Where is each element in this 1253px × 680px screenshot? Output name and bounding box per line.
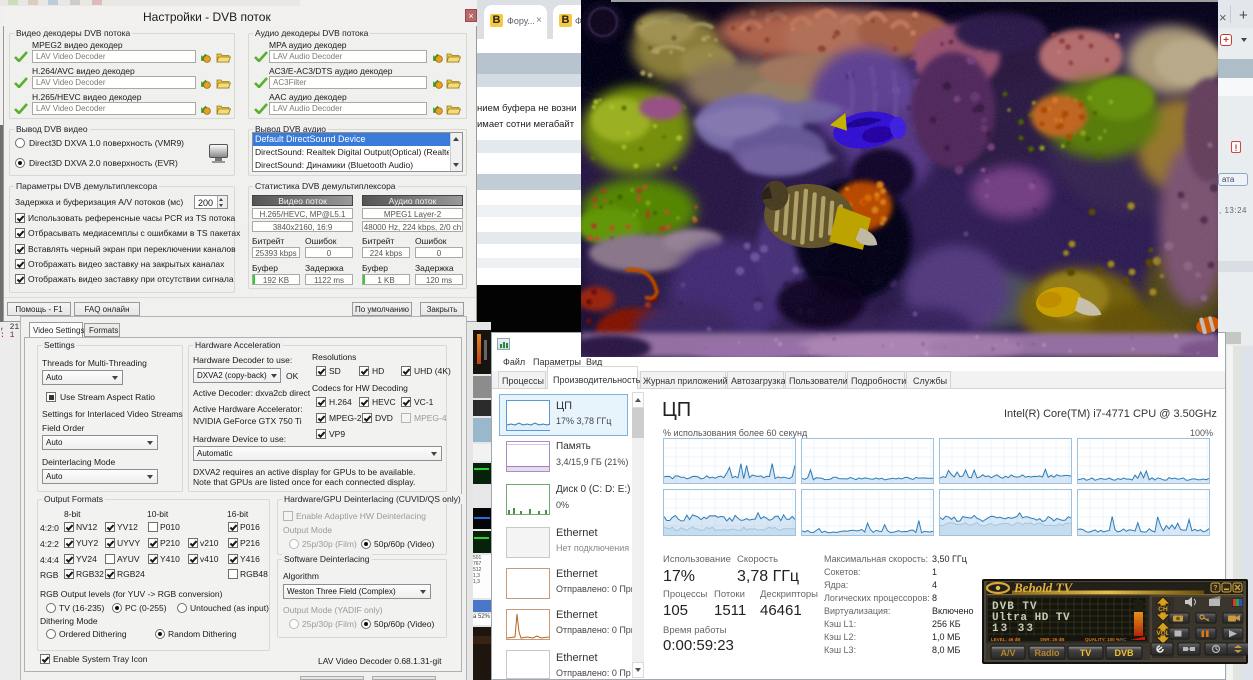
svg-text:RC: RC: [1120, 637, 1127, 642]
svg-text:TV: TV: [1080, 648, 1092, 658]
svg-text:A/V: A/V: [1000, 648, 1015, 658]
svg-text:13 33: 13 33: [992, 623, 1035, 635]
svg-text:LEVEL: 46 dB: LEVEL: 46 dB: [991, 637, 1021, 642]
svg-text:Radio: Radio: [1034, 648, 1060, 658]
svg-text:SNR: 26 dB: SNR: 26 dB: [1040, 637, 1065, 642]
svg-text:QUALITY: 100 %: QUALITY: 100 %: [1085, 637, 1120, 642]
svg-text:Behold TV: Behold TV: [1013, 580, 1073, 595]
svg-text:DVB: DVB: [1114, 648, 1134, 658]
svg-text:?: ?: [1213, 585, 1217, 592]
